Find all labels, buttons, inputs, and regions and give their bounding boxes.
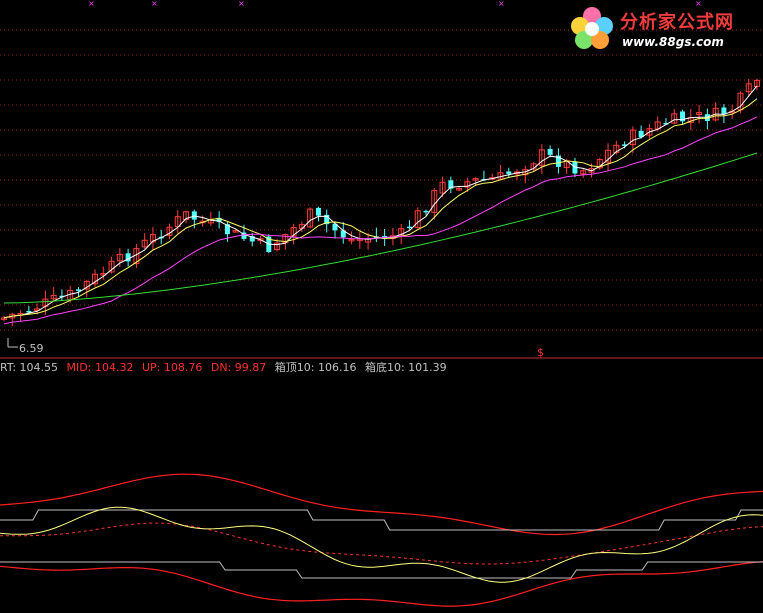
- top-marker-icon-3: ×: [498, 0, 505, 8]
- chart-stage: $ × × × × × 分析家公式网 www.88gs.com 6.59 RT: 104.…: [0, 0, 763, 613]
- ma-mid-line: [3, 98, 758, 319]
- logo-title: 分析家公式网: [620, 12, 734, 33]
- top-marker-icon-0: ×: [88, 0, 95, 8]
- readout-box-bottom: 箱底10: 101.39: [364, 361, 447, 374]
- candle-body-9: [75, 289, 81, 291]
- candle-body-23: [191, 211, 197, 220]
- top-marker-icon-2: ×: [238, 0, 245, 8]
- flower-logo-icon: [571, 7, 613, 49]
- band-upper-line: [0, 473, 763, 536]
- rt-line: [0, 506, 763, 583]
- readout-mid: MID: 104.32: [66, 361, 134, 374]
- readout-box-top: 箱顶10: 106.16: [274, 361, 357, 374]
- main-chart-svg: $× × × × ×: [0, 0, 763, 607]
- candle-body-66: [547, 148, 553, 155]
- candle-body-61: [506, 171, 512, 174]
- signal-marker: $: [537, 346, 544, 359]
- band-mid-line: [0, 522, 763, 565]
- readout-rt: RT: 104.55: [0, 361, 59, 374]
- readout-dn: DN: 99.87: [210, 361, 267, 374]
- top-marker-icon-1: ×: [151, 0, 158, 8]
- ma-long-line: [3, 116, 758, 325]
- band-lower-line: [0, 561, 763, 607]
- candle-body-38: [315, 207, 321, 216]
- min-price-label: 6.59: [19, 342, 44, 355]
- ma-short-line: [3, 85, 758, 319]
- indicator-readout-bar: RT: 104.55 MID: 104.32 UP: 108.76 DN: 99…: [0, 360, 452, 376]
- candle-body-49: [406, 226, 412, 229]
- candle-body-51: [423, 210, 429, 213]
- readout-up: UP: 108.76: [141, 361, 203, 374]
- logo-url: www.88gs.com: [622, 35, 724, 49]
- box-bottom-line: [0, 561, 763, 579]
- min-arrow-icon: [7, 338, 18, 348]
